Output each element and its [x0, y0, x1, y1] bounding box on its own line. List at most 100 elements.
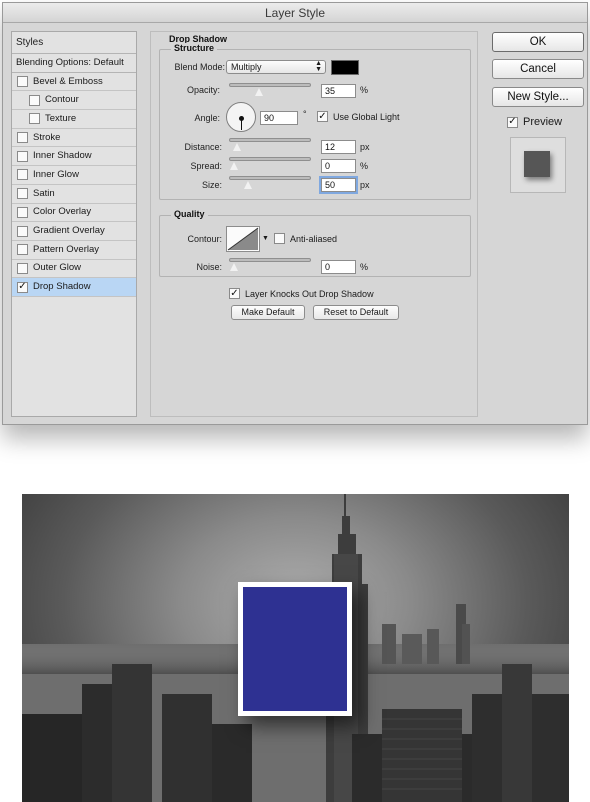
spread-unit: %: [360, 161, 369, 171]
contour-label: Contour:: [187, 234, 222, 244]
style-checkbox-icon[interactable]: [17, 169, 28, 181]
styles-list: Styles Blending Options: Default Bevel &…: [11, 31, 137, 417]
opacity-slider-thumb[interactable]: [254, 87, 264, 97]
style-checkbox-icon[interactable]: ✓: [17, 281, 28, 293]
blue-card-fill: [243, 587, 347, 711]
opacity-slider[interactable]: [229, 83, 311, 97]
layer-knocks-out-check-icon: ✓: [229, 287, 240, 299]
style-item-inner-glow[interactable]: Inner Glow: [12, 166, 136, 185]
ok-button[interactable]: OK: [492, 32, 584, 52]
distance-unit: px: [360, 142, 370, 152]
noise-input[interactable]: 0: [321, 260, 356, 274]
style-item-label: Outer Glow: [33, 262, 82, 274]
distance-slider[interactable]: [229, 138, 311, 152]
style-checkbox-icon[interactable]: [17, 206, 28, 218]
anti-aliased-checkbox[interactable]: Anti-aliased: [274, 233, 337, 244]
style-item-contour[interactable]: Contour: [12, 91, 136, 111]
distance-input[interactable]: 12: [321, 140, 356, 154]
style-item-label: Texture: [45, 112, 77, 124]
style-item-label: Drop Shadow: [33, 281, 91, 293]
style-item-bevel-emboss[interactable]: Bevel & Emboss: [12, 73, 136, 92]
style-item-stroke[interactable]: Stroke: [12, 129, 136, 148]
style-checkbox-icon[interactable]: [29, 94, 40, 106]
preview-checkbox[interactable]: ✓ Preview: [507, 116, 562, 128]
size-slider[interactable]: [229, 176, 311, 190]
style-checkbox-icon[interactable]: [17, 76, 28, 88]
opacity-label: Opacity:: [186, 85, 220, 95]
style-item-label: Bevel & Emboss: [33, 75, 103, 87]
spread-slider-thumb[interactable]: [229, 161, 239, 171]
use-global-light-label: Use Global Light: [333, 111, 400, 122]
reset-to-default-button[interactable]: Reset to Default: [313, 305, 399, 320]
spread-slider[interactable]: [229, 157, 311, 171]
contour-dropdown-icon[interactable]: ▼: [262, 235, 269, 242]
noise-label: Noise:: [196, 262, 222, 272]
style-item-label: Satin: [33, 187, 55, 199]
size-input[interactable]: 50: [319, 176, 358, 194]
style-checkbox-icon[interactable]: [17, 262, 28, 274]
angle-input[interactable]: 90: [260, 111, 298, 125]
noise-unit: %: [360, 262, 369, 272]
style-item-label: Inner Shadow: [33, 150, 92, 162]
quality-group: Quality Contour: ▼ Anti-aliased Noise: 0…: [159, 209, 471, 277]
layer-knocks-out-label: Layer Knocks Out Drop Shadow: [245, 288, 374, 299]
size-unit: px: [360, 180, 370, 190]
style-checkbox-icon[interactable]: [17, 150, 28, 162]
style-item-label: Stroke: [33, 131, 61, 143]
opacity-unit: %: [360, 85, 369, 95]
style-checkbox-icon[interactable]: [17, 225, 28, 237]
style-item-outer-glow[interactable]: Outer Glow: [12, 260, 136, 279]
spread-label: Spread:: [190, 161, 222, 171]
preview-check-icon: ✓: [507, 116, 518, 128]
anti-aliased-check-icon: [274, 233, 285, 244]
style-item-gradient-overlay[interactable]: Gradient Overlay: [12, 222, 136, 241]
blend-mode-select[interactable]: Multiply ▲ ▼: [226, 60, 326, 74]
spread-input[interactable]: 0: [321, 159, 356, 173]
angle-center-dot: [239, 116, 244, 121]
blending-options-item[interactable]: Blending Options: Default: [12, 54, 136, 73]
contour-picker[interactable]: [226, 226, 260, 252]
size-label: Size:: [201, 180, 222, 190]
style-preview-thumbnail: [510, 137, 566, 193]
layer-style-dialog: Layer Style Styles Blending Options: Def…: [2, 2, 588, 425]
shadow-color-swatch[interactable]: [331, 60, 359, 75]
structure-title: Structure: [171, 43, 218, 53]
anti-aliased-label: Anti-aliased: [290, 233, 338, 244]
preview-label: Preview: [523, 116, 563, 128]
structure-group: Structure Blend Mode: Multiply ▲ ▼ Opacit…: [159, 43, 471, 200]
style-item-satin[interactable]: Satin: [12, 185, 136, 204]
contour-curve-icon: [227, 227, 259, 251]
style-checkbox-icon[interactable]: [17, 188, 28, 200]
style-item-label: Gradient Overlay: [33, 225, 105, 237]
style-item-label: Contour: [45, 94, 79, 106]
quality-title: Quality: [171, 209, 208, 219]
style-checkbox-icon[interactable]: [29, 113, 40, 125]
style-item-inner-shadow[interactable]: Inner Shadow: [12, 147, 136, 167]
layer-knocks-out-checkbox[interactable]: ✓ Layer Knocks Out Drop Shadow: [229, 288, 374, 299]
result-canvas-image: [22, 494, 569, 802]
angle-dial[interactable]: [226, 102, 256, 132]
noise-slider[interactable]: [229, 258, 311, 272]
opacity-input[interactable]: 35: [321, 84, 356, 98]
make-default-button[interactable]: Make Default: [231, 305, 305, 320]
style-item-drop-shadow[interactable]: ✓ Drop Shadow: [12, 278, 136, 297]
blend-mode-value: Multiply: [231, 62, 262, 72]
use-global-light-checkbox[interactable]: ✓ Use Global Light: [317, 111, 400, 122]
cancel-button[interactable]: Cancel: [492, 59, 584, 79]
style-item-pattern-overlay[interactable]: Pattern Overlay: [12, 241, 136, 260]
distance-label: Distance:: [184, 142, 222, 152]
size-slider-thumb[interactable]: [243, 180, 253, 190]
preview-swatch: [524, 151, 550, 177]
style-item-texture[interactable]: Texture: [12, 110, 136, 129]
angle-label: Angle:: [194, 113, 220, 123]
noise-slider-thumb[interactable]: [229, 262, 239, 272]
style-checkbox-icon[interactable]: [17, 244, 28, 256]
blue-card-with-shadow: [238, 582, 352, 716]
select-arrows-icon: ▲ ▼: [315, 60, 322, 73]
distance-slider-thumb[interactable]: [232, 142, 242, 152]
style-item-color-overlay[interactable]: Color Overlay: [12, 204, 136, 223]
styles-header[interactable]: Styles: [12, 32, 136, 54]
blend-mode-label: Blend Mode:: [174, 62, 225, 72]
new-style-button[interactable]: New Style...: [492, 87, 584, 107]
style-checkbox-icon[interactable]: [17, 132, 28, 144]
